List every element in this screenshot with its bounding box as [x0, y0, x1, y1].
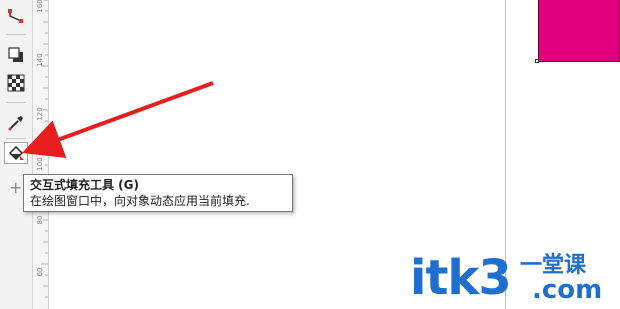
watermark-main-text: itk3	[410, 250, 512, 306]
tooltip-title: 交互式填充工具 (G)	[30, 178, 139, 192]
tooltip-description: 在绘图窗口中，向对象动态应用当前填充.	[30, 194, 250, 208]
tool-tooltip: 交互式填充工具 (G) 在绘图窗口中，向对象动态应用当前填充.	[23, 174, 293, 212]
watermark-logo: itk3 一堂课 .com	[410, 250, 615, 305]
watermark-domain-text: .com	[532, 275, 603, 305]
